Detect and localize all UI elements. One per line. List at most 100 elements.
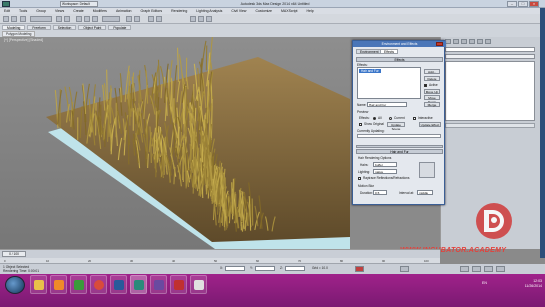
menu-graph-editors[interactable]: Graph Editors xyxy=(141,9,163,13)
redo-icon[interactable] xyxy=(11,16,17,22)
minimize-button[interactable]: – xyxy=(507,1,517,7)
start-button[interactable] xyxy=(5,276,25,294)
taskbar-chrome-icon[interactable] xyxy=(90,275,107,294)
auto-key-button[interactable] xyxy=(355,266,364,272)
menu-help[interactable]: Help xyxy=(307,9,314,13)
tab-modeling[interactable]: Modeling xyxy=(2,25,26,30)
play-button[interactable] xyxy=(400,266,409,272)
menu-rendering[interactable]: Rendering xyxy=(171,9,187,13)
x-coord-field[interactable] xyxy=(225,266,245,271)
taskbar-app3-icon[interactable] xyxy=(190,275,207,294)
menu-civil-view[interactable]: Civil View xyxy=(231,9,246,13)
raytrace-checkbox[interactable] xyxy=(358,177,361,180)
update-scene-button[interactable]: Update Scene xyxy=(387,122,405,131)
taskbar-browser-icon[interactable] xyxy=(70,275,87,294)
material-editor-icon[interactable] xyxy=(190,16,196,22)
taskbar-app-icon[interactable] xyxy=(150,275,167,294)
maximize-viewport-icon[interactable] xyxy=(496,266,505,272)
hairs-dropdown[interactable]: buffer xyxy=(373,162,397,167)
preview-current-radio[interactable] xyxy=(389,117,392,120)
tab-freeform[interactable]: Freeform xyxy=(27,25,51,30)
menu-lighting-analysis[interactable]: Lighting Analysis xyxy=(196,9,222,13)
hair-fur-rollout[interactable]: Hair and Fur xyxy=(356,149,443,154)
taskbar-media-icon[interactable] xyxy=(50,275,67,294)
effects-list[interactable]: Hair and Fur xyxy=(357,67,421,99)
active-checkbox[interactable] xyxy=(424,84,427,87)
render-icon[interactable] xyxy=(206,16,212,22)
modify-tab-icon[interactable] xyxy=(453,39,459,44)
menu-tools[interactable]: Tools xyxy=(19,9,27,13)
taskbar-app2-icon[interactable] xyxy=(170,275,187,294)
menu-maxscript[interactable]: MAXScript xyxy=(281,9,298,13)
rotate-icon[interactable] xyxy=(84,16,90,22)
stack-controls[interactable] xyxy=(445,123,535,128)
update-effect-button[interactable]: Update Effect xyxy=(419,122,441,127)
object-name-field[interactable] xyxy=(445,47,535,52)
time-slider-track[interactable]: 0 / 100 xyxy=(0,249,440,258)
snap-icon[interactable] xyxy=(126,16,132,22)
perspective-viewport[interactable]: [+] [Perspective] [Shaded] xyxy=(0,37,350,249)
pan-icon[interactable] xyxy=(472,266,481,272)
select-by-name-icon[interactable] xyxy=(64,16,70,22)
menu-customize[interactable]: Customize xyxy=(255,9,272,13)
hair-side-spinner[interactable] xyxy=(419,162,435,178)
system-tray[interactable]: EN 12:03 11/26/2014 xyxy=(482,278,542,292)
preview-all-radio[interactable] xyxy=(373,117,376,120)
taskbar-photoshop-icon[interactable] xyxy=(110,275,127,294)
tab-selection[interactable]: Selection xyxy=(52,25,77,30)
name-field[interactable]: Hair and Fur xyxy=(367,102,407,107)
menu-animation[interactable]: Animation xyxy=(116,9,132,13)
delete-button[interactable]: Delete xyxy=(424,76,440,81)
tray-language[interactable]: EN xyxy=(482,281,487,285)
tab-effects[interactable]: Effects xyxy=(380,49,399,54)
hierarchy-tab-icon[interactable] xyxy=(461,39,467,44)
time-slider-thumb[interactable]: 0 / 100 xyxy=(2,251,26,257)
taskbar-3dsmax-icon[interactable] xyxy=(130,275,147,294)
zoom-icon[interactable] xyxy=(460,266,469,272)
menu-edit[interactable]: Edit xyxy=(4,9,10,13)
show-original-checkbox[interactable] xyxy=(359,123,362,126)
y-coord-field[interactable] xyxy=(255,266,275,271)
modifier-stack[interactable] xyxy=(445,61,535,121)
duration-field[interactable]: 0.5 xyxy=(373,190,387,195)
effects-list-item[interactable]: Hair and Fur xyxy=(359,69,381,73)
menu-views[interactable]: Views xyxy=(55,9,64,13)
z-coord-field[interactable] xyxy=(285,266,305,271)
interval-dropdown[interactable]: middle xyxy=(417,190,433,195)
render-setup-icon[interactable] xyxy=(198,16,204,22)
display-tab-icon[interactable] xyxy=(477,39,483,44)
menu-group[interactable]: Group xyxy=(36,9,46,13)
utilities-tab-icon[interactable] xyxy=(485,39,491,44)
lighting-dropdown[interactable]: native xyxy=(373,169,397,174)
taskbar-explorer-icon[interactable] xyxy=(30,275,47,294)
tab-object-paint[interactable]: Object Paint xyxy=(78,25,107,30)
move-icon[interactable] xyxy=(76,16,82,22)
mirror-icon[interactable] xyxy=(148,16,154,22)
app-logo-icon[interactable] xyxy=(2,1,10,7)
add-button[interactable]: Add... xyxy=(424,69,440,74)
angle-snap-icon[interactable] xyxy=(134,16,140,22)
undo-icon[interactable] xyxy=(3,16,9,22)
menu-create[interactable]: Create xyxy=(73,9,84,13)
motion-tab-icon[interactable] xyxy=(469,39,475,44)
orbit-icon[interactable] xyxy=(484,266,493,272)
workspace-dropdown[interactable]: Workspace: Default xyxy=(60,1,98,7)
dialog-close-button[interactable] xyxy=(436,42,443,46)
menu-modifiers[interactable]: Modifiers xyxy=(93,9,107,13)
tab-populate[interactable]: Populate xyxy=(108,25,132,30)
select-object-icon[interactable] xyxy=(56,16,62,22)
selection-filter-dropdown[interactable] xyxy=(30,16,52,22)
close-button[interactable]: × xyxy=(529,1,539,7)
link-icon[interactable] xyxy=(20,16,26,22)
effects-rollout[interactable]: Effects xyxy=(356,57,443,62)
scale-icon[interactable] xyxy=(92,16,98,22)
modifier-list-dropdown[interactable] xyxy=(445,54,535,59)
hair-fur-rollout-header[interactable] xyxy=(356,145,443,148)
move-down-button[interactable]: Move Down xyxy=(424,95,440,104)
interactive-checkbox[interactable] xyxy=(413,117,416,120)
align-icon[interactable] xyxy=(156,16,162,22)
maximize-button[interactable]: □ xyxy=(518,1,528,7)
move-up-button[interactable]: Move Up xyxy=(424,89,440,94)
merge-button[interactable]: Merge xyxy=(424,102,440,107)
coord-system-dropdown[interactable] xyxy=(102,16,120,22)
